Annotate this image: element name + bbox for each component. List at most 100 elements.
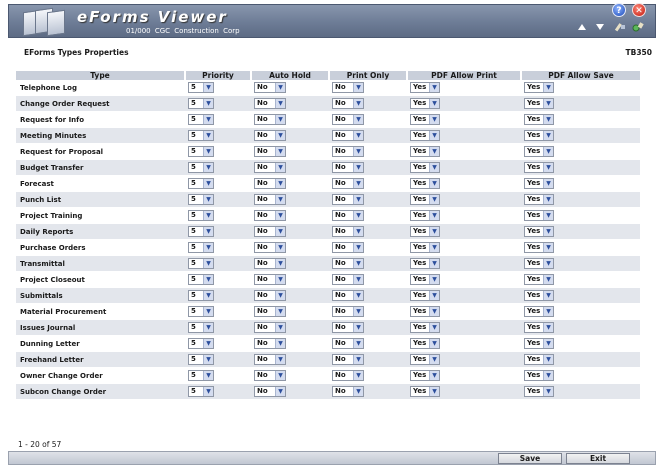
chevron-down-icon[interactable]: ▼ — [543, 323, 553, 332]
auto-hold-select[interactable]: No ▼ — [254, 210, 286, 221]
priority-select[interactable]: 5 ▼ — [188, 178, 214, 189]
chevron-down-icon[interactable]: ▼ — [203, 243, 213, 252]
chevron-down-icon[interactable]: ▼ — [275, 371, 285, 380]
chevron-down-icon[interactable]: ▼ — [353, 355, 363, 364]
pdf-allow-save-select[interactable]: Yes ▼ — [524, 178, 554, 189]
print-only-select[interactable]: No ▼ — [332, 162, 364, 173]
priority-select[interactable]: 5 ▼ — [188, 306, 214, 317]
pdf-allow-save-select[interactable]: Yes ▼ — [524, 306, 554, 317]
chevron-down-icon[interactable]: ▼ — [203, 371, 213, 380]
print-only-select[interactable]: No ▼ — [332, 146, 364, 157]
chevron-down-icon[interactable]: ▼ — [353, 323, 363, 332]
chevron-down-icon[interactable]: ▼ — [203, 259, 213, 268]
pdf-allow-print-select[interactable]: Yes ▼ — [410, 386, 440, 397]
chevron-down-icon[interactable]: ▼ — [429, 323, 439, 332]
chevron-down-icon[interactable]: ▼ — [429, 307, 439, 316]
auto-hold-select[interactable]: No ▼ — [254, 146, 286, 157]
auto-hold-select[interactable]: No ▼ — [254, 306, 286, 317]
chevron-down-icon[interactable]: ▼ — [353, 275, 363, 284]
chevron-down-icon[interactable]: ▼ — [275, 163, 285, 172]
pdf-allow-print-select[interactable]: Yes ▼ — [410, 194, 440, 205]
chevron-down-icon[interactable]: ▼ — [543, 259, 553, 268]
chevron-down-icon[interactable]: ▼ — [429, 99, 439, 108]
chevron-down-icon[interactable]: ▼ — [353, 227, 363, 236]
priority-select[interactable]: 5 ▼ — [188, 98, 214, 109]
chevron-down-icon[interactable]: ▼ — [353, 147, 363, 156]
priority-select[interactable]: 5 ▼ — [188, 386, 214, 397]
pdf-allow-print-select[interactable]: Yes ▼ — [410, 82, 440, 93]
arrow-up-icon[interactable] — [574, 21, 590, 33]
auto-hold-select[interactable]: No ▼ — [254, 114, 286, 125]
pdf-allow-save-select[interactable]: Yes ▼ — [524, 114, 554, 125]
chevron-down-icon[interactable]: ▼ — [275, 131, 285, 140]
pdf-allow-save-select[interactable]: Yes ▼ — [524, 386, 554, 397]
priority-select[interactable]: 5 ▼ — [188, 290, 214, 301]
chevron-down-icon[interactable]: ▼ — [429, 211, 439, 220]
chevron-down-icon[interactable]: ▼ — [203, 131, 213, 140]
chevron-down-icon[interactable]: ▼ — [543, 99, 553, 108]
priority-select[interactable]: 5 ▼ — [188, 162, 214, 173]
chevron-down-icon[interactable]: ▼ — [275, 275, 285, 284]
chevron-down-icon[interactable]: ▼ — [203, 147, 213, 156]
print-only-select[interactable]: No ▼ — [332, 322, 364, 333]
chevron-down-icon[interactable]: ▼ — [543, 227, 553, 236]
print-only-select[interactable]: No ▼ — [332, 178, 364, 189]
auto-hold-select[interactable]: No ▼ — [254, 226, 286, 237]
chevron-down-icon[interactable]: ▼ — [543, 307, 553, 316]
print-only-select[interactable]: No ▼ — [332, 354, 364, 365]
chevron-down-icon[interactable]: ▼ — [275, 307, 285, 316]
close-icon[interactable]: ✕ — [632, 3, 646, 17]
auto-hold-select[interactable]: No ▼ — [254, 258, 286, 269]
chevron-down-icon[interactable]: ▼ — [429, 227, 439, 236]
print-only-select[interactable]: No ▼ — [332, 386, 364, 397]
auto-hold-select[interactable]: No ▼ — [254, 82, 286, 93]
chevron-down-icon[interactable]: ▼ — [203, 307, 213, 316]
chevron-down-icon[interactable]: ▼ — [353, 291, 363, 300]
chevron-down-icon[interactable]: ▼ — [353, 131, 363, 140]
chevron-down-icon[interactable]: ▼ — [353, 195, 363, 204]
chevron-down-icon[interactable]: ▼ — [429, 355, 439, 364]
chevron-down-icon[interactable]: ▼ — [275, 323, 285, 332]
priority-select[interactable]: 5 ▼ — [188, 274, 214, 285]
pdf-allow-save-select[interactable]: Yes ▼ — [524, 226, 554, 237]
print-only-select[interactable]: No ▼ — [332, 242, 364, 253]
chevron-down-icon[interactable]: ▼ — [429, 83, 439, 92]
chevron-down-icon[interactable]: ▼ — [353, 371, 363, 380]
pdf-allow-print-select[interactable]: Yes ▼ — [410, 98, 440, 109]
chevron-down-icon[interactable]: ▼ — [275, 291, 285, 300]
chevron-down-icon[interactable]: ▼ — [203, 163, 213, 172]
chevron-down-icon[interactable]: ▼ — [275, 259, 285, 268]
chevron-down-icon[interactable]: ▼ — [543, 83, 553, 92]
chevron-down-icon[interactable]: ▼ — [353, 179, 363, 188]
chevron-down-icon[interactable]: ▼ — [353, 387, 363, 396]
chevron-down-icon[interactable]: ▼ — [543, 147, 553, 156]
priority-select[interactable]: 5 ▼ — [188, 130, 214, 141]
pdf-allow-save-select[interactable]: Yes ▼ — [524, 194, 554, 205]
chevron-down-icon[interactable]: ▼ — [543, 355, 553, 364]
chevron-down-icon[interactable]: ▼ — [275, 339, 285, 348]
chevron-down-icon[interactable]: ▼ — [275, 387, 285, 396]
priority-select[interactable]: 5 ▼ — [188, 194, 214, 205]
pdf-allow-save-select[interactable]: Yes ▼ — [524, 242, 554, 253]
pdf-allow-print-select[interactable]: Yes ▼ — [410, 114, 440, 125]
chevron-down-icon[interactable]: ▼ — [275, 83, 285, 92]
pdf-allow-save-select[interactable]: Yes ▼ — [524, 82, 554, 93]
chevron-down-icon[interactable]: ▼ — [429, 387, 439, 396]
pdf-allow-print-select[interactable]: Yes ▼ — [410, 274, 440, 285]
chevron-down-icon[interactable]: ▼ — [353, 211, 363, 220]
chevron-down-icon[interactable]: ▼ — [203, 115, 213, 124]
chevron-down-icon[interactable]: ▼ — [275, 179, 285, 188]
chevron-down-icon[interactable]: ▼ — [353, 83, 363, 92]
pdf-allow-save-select[interactable]: Yes ▼ — [524, 146, 554, 157]
pdf-allow-save-select[interactable]: Yes ▼ — [524, 274, 554, 285]
pdf-allow-save-select[interactable]: Yes ▼ — [524, 290, 554, 301]
chevron-down-icon[interactable]: ▼ — [203, 355, 213, 364]
chevron-down-icon[interactable]: ▼ — [275, 195, 285, 204]
chevron-down-icon[interactable]: ▼ — [429, 371, 439, 380]
chevron-down-icon[interactable]: ▼ — [543, 163, 553, 172]
print-only-select[interactable]: No ▼ — [332, 210, 364, 221]
pdf-allow-print-select[interactable]: Yes ▼ — [410, 290, 440, 301]
auto-hold-select[interactable]: No ▼ — [254, 274, 286, 285]
chevron-down-icon[interactable]: ▼ — [543, 131, 553, 140]
pdf-allow-print-select[interactable]: Yes ▼ — [410, 226, 440, 237]
